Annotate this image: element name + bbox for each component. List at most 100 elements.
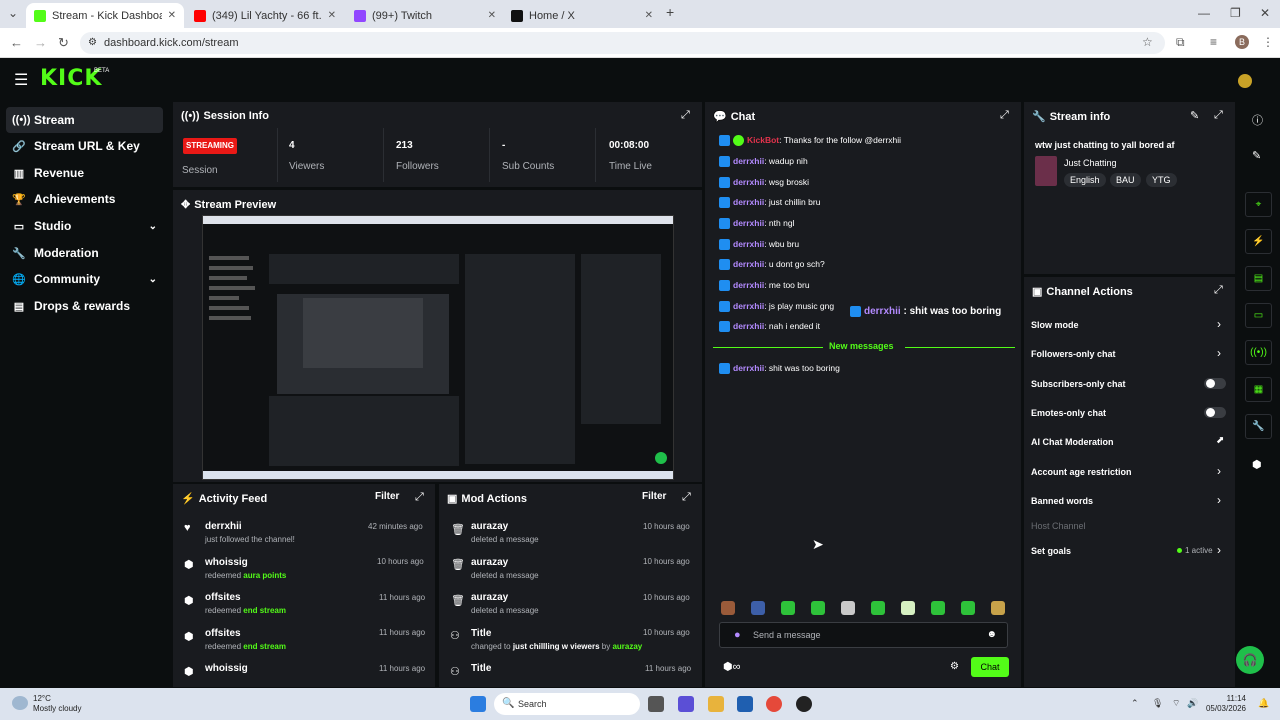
chrome-icon[interactable] <box>766 696 782 712</box>
activity-filter-button[interactable]: Filter <box>375 491 399 502</box>
external-link-icon[interactable]: ⬈ <box>1216 435 1224 446</box>
clock[interactable]: 11:14 05/03/2026 <box>1200 694 1246 714</box>
points-infinity-icon[interactable]: ⬢∞ <box>723 660 740 673</box>
close-tab-icon[interactable]: ✕ <box>645 10 653 21</box>
expand-icon[interactable]: ⤢ <box>1000 109 1009 122</box>
app-icon[interactable] <box>796 696 812 712</box>
task-view-icon[interactable] <box>648 696 664 712</box>
user-avatar[interactable] <box>1238 74 1252 88</box>
wifi-icon[interactable]: ⌔ <box>1172 698 1180 709</box>
close-tab-icon[interactable]: ✕ <box>328 10 336 21</box>
sidebar-item-community[interactable]: 🌐 Community ⌄ <box>6 266 163 292</box>
emote-icon[interactable] <box>871 601 885 615</box>
emote-icon[interactable] <box>901 601 915 615</box>
weather-widget[interactable]: 12°C Mostly cloudy <box>33 694 81 714</box>
file-explorer-icon[interactable] <box>708 696 724 712</box>
emoji-icon[interactable]: ☻ <box>986 629 997 640</box>
emote-icon[interactable] <box>931 601 945 615</box>
new-tab-icon[interactable]: + <box>666 4 674 20</box>
emotes-only-toggle[interactable] <box>1204 407 1226 418</box>
expand-icon[interactable]: ⤢ <box>682 491 691 504</box>
chat-message-input[interactable]: ● Send a message ☻ <box>719 622 1008 648</box>
expand-icon[interactable]: ⤢ <box>415 491 424 504</box>
rail-broadcast-icon[interactable]: ((•)) <box>1245 340 1272 365</box>
chevron-right-icon[interactable]: › <box>1217 317 1221 331</box>
account-age-restriction-item[interactable]: Account age restriction <box>1031 467 1132 477</box>
stream-preview-video[interactable] <box>202 215 674 480</box>
microphone-icon[interactable]: ● <box>734 629 741 641</box>
url-field[interactable]: ⚙ dashboard.kick.com/stream <box>80 32 1165 54</box>
volume-icon[interactable]: 🔊 <box>1187 698 1198 709</box>
sidebar-item-drops-rewards[interactable]: ▤ Drops & rewards <box>6 293 163 319</box>
hamburger-menu-icon[interactable]: ☰ <box>14 70 28 90</box>
followers-only-chat-item[interactable]: Followers-only chat <box>1031 349 1116 359</box>
teams-icon[interactable] <box>678 696 694 712</box>
rail-wrench-icon[interactable]: 🔧 <box>1245 414 1272 439</box>
edit-pencil-icon[interactable]: ✎ <box>1252 149 1261 162</box>
reload-icon[interactable]: ↻ <box>58 35 69 51</box>
set-goals-item[interactable]: Set goals <box>1031 546 1071 556</box>
sidebar-item-stream[interactable]: ((•)) Stream <box>6 107 163 133</box>
emote-icon[interactable] <box>991 601 1005 615</box>
rail-focus-icon[interactable]: ⌖ <box>1245 192 1272 217</box>
bookmark-star-icon[interactable]: ☆ <box>1142 35 1153 49</box>
tray-chevron-icon[interactable]: ⌃ <box>1131 698 1139 709</box>
rail-layout-icon[interactable]: ▦ <box>1245 377 1272 402</box>
edit-pencil-icon[interactable]: ✎ <box>1190 109 1199 122</box>
back-icon[interactable]: ← <box>10 35 23 50</box>
chevron-down-icon[interactable]: ⌄ <box>149 274 157 285</box>
chevron-right-icon[interactable]: › <box>1217 493 1221 507</box>
send-chat-button[interactable]: Chat <box>971 657 1009 677</box>
menu-dots-icon[interactable]: ⋮ <box>1262 35 1274 49</box>
slow-mode-item[interactable]: Slow mode <box>1031 320 1079 330</box>
emote-icon[interactable] <box>781 601 795 615</box>
tab-twitch[interactable]: (99+) Twitch ✕ <box>346 3 504 28</box>
expand-icon[interactable]: ⤢ <box>1214 284 1223 297</box>
close-tab-icon[interactable]: ✕ <box>488 10 496 21</box>
expand-icon[interactable]: ⤢ <box>1214 109 1223 122</box>
close-tab-icon[interactable]: ✕ <box>168 10 176 21</box>
chat-settings-gear-icon[interactable]: ⚙ <box>950 661 959 672</box>
ai-chat-moderation-item[interactable]: AI Chat Moderation <box>1031 437 1114 447</box>
reading-list-icon[interactable]: ≡ <box>1210 35 1217 49</box>
mod-filter-button[interactable]: Filter <box>642 491 666 502</box>
tab-kick-dashboard[interactable]: Stream - Kick Dashboard ✕ <box>26 3 184 28</box>
maximize-icon[interactable]: ❐ <box>1230 6 1241 20</box>
microphone-tray-icon[interactable]: 🎙 <box>1152 698 1163 709</box>
sidebar-item-achievements[interactable]: 🏆 Achievements <box>6 186 163 212</box>
subscribers-only-toggle[interactable] <box>1204 378 1226 389</box>
chevron-down-icon[interactable]: ⌄ <box>149 221 157 232</box>
store-icon[interactable] <box>737 696 753 712</box>
notification-bell-icon[interactable]: 🔔 <box>1258 698 1269 709</box>
minimize-icon[interactable]: — <box>1198 6 1210 20</box>
sidebar-item-studio[interactable]: ▭ Studio ⌄ <box>6 213 163 239</box>
sidebar-item-stream-url-key[interactable]: 🔗 Stream URL & Key <box>6 133 163 159</box>
sidebar-item-revenue[interactable]: ▥ Revenue <box>6 160 163 186</box>
rail-community-icon[interactable]: ⬢ <box>1252 458 1262 471</box>
support-chat-icon[interactable]: 🎧 <box>1236 646 1264 674</box>
emote-icon[interactable] <box>841 601 855 615</box>
emote-icon[interactable] <box>961 601 975 615</box>
chevron-right-icon[interactable]: › <box>1217 464 1221 478</box>
tab-list-icon[interactable]: ⌄ <box>8 6 18 20</box>
close-window-icon[interactable]: ✕ <box>1260 6 1270 20</box>
emote-icon[interactable] <box>751 601 765 615</box>
tab-youtube[interactable]: (349) Lil Yachty - 66 ft. Tripp ✕ <box>186 3 344 28</box>
chevron-right-icon[interactable]: › <box>1217 543 1221 557</box>
taskbar-search[interactable]: 🔍 Search <box>494 693 640 715</box>
sidebar-item-moderation[interactable]: 🔧 Moderation <box>6 240 163 266</box>
site-info-icon[interactable]: ⚙ <box>88 32 97 54</box>
rail-bolt-icon[interactable]: ⚡ <box>1245 229 1272 254</box>
profile-avatar[interactable]: B <box>1235 35 1249 49</box>
new-messages-divider[interactable]: New messages <box>713 341 1015 353</box>
banned-words-item[interactable]: Banned words <box>1031 496 1093 506</box>
tab-x[interactable]: Home / X ✕ <box>503 3 661 28</box>
rail-clipboard-icon[interactable]: ▤ <box>1245 266 1272 291</box>
emote-icon[interactable] <box>721 601 735 615</box>
forward-icon[interactable]: → <box>34 35 47 50</box>
chevron-right-icon[interactable]: › <box>1217 346 1221 360</box>
expand-icon[interactable]: ⤢ <box>681 109 690 122</box>
extensions-icon[interactable]: ⧉ <box>1176 35 1185 50</box>
start-windows-icon[interactable] <box>470 696 486 712</box>
emote-icon[interactable] <box>811 601 825 615</box>
